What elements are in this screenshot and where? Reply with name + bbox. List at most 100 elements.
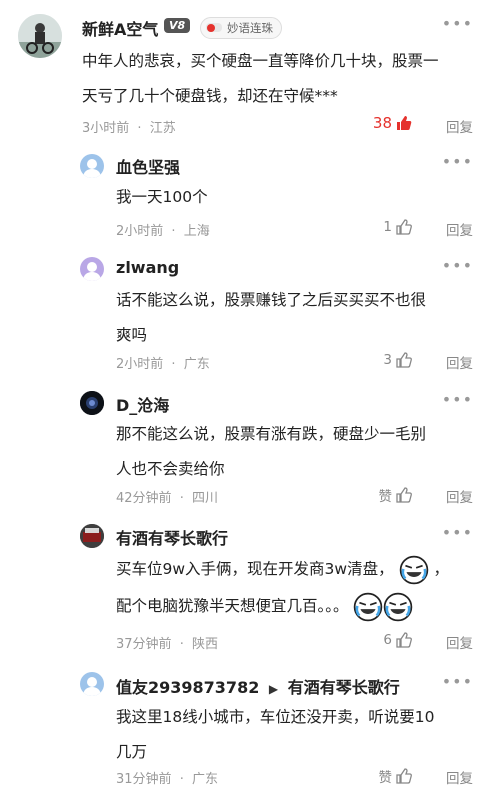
comment-text: 中年人的悲哀，买个硬盘一直等降价几十块，股票一 天亏了几十个硬盘钱，却还在守候*… <box>82 44 477 114</box>
more-options-icon[interactable]: ••• <box>442 256 473 275</box>
thumbs-up-icon <box>396 487 412 503</box>
comment-text-segment: 配个电脑犹豫半天想便宜几百。。。 <box>116 597 349 615</box>
location: 上海 <box>183 224 210 239</box>
comment-text: 那不能这么说，股票有涨有跌，硬盘少一毛别 人也不会卖给你 <box>116 417 476 487</box>
like-count: 3 <box>383 352 392 368</box>
like-button[interactable]: 赞 <box>379 766 414 786</box>
timestamp: 2小时前 <box>116 357 164 372</box>
comment-text-line: 几万 <box>116 743 148 761</box>
like-button[interactable]: 1 <box>383 218 413 236</box>
like-button[interactable]: 3 <box>383 351 413 369</box>
timestamp: 42分钟前 <box>116 491 172 506</box>
reply-button[interactable]: 回复 <box>446 486 473 506</box>
like-button[interactable]: 6 <box>383 631 413 649</box>
comment-text-line: 爽吗 <box>116 326 148 344</box>
comment-item: zlwang ••• 话不能这么说，股票赚钱了之后买买买不也很 爽吗 2小时前 … <box>0 252 491 386</box>
thumbs-up-icon <box>396 768 412 784</box>
avatar[interactable] <box>80 391 104 415</box>
more-options-icon[interactable]: ••• <box>442 672 473 691</box>
comment-item: D_沧海 ••• 那不能这么说，股票有涨有跌，硬盘少一毛别 人也不会卖给你 42… <box>0 386 491 518</box>
comment-meta: 2小时前 · 广东 <box>116 353 210 372</box>
avatar[interactable] <box>80 672 104 696</box>
timestamp: 3小时前 <box>82 121 130 136</box>
comment-text-line: 话不能这么说，股票赚钱了之后买买买不也很 <box>116 291 427 309</box>
avatar[interactable] <box>80 154 104 178</box>
level-badge: V8 <box>164 18 191 33</box>
location: 广东 <box>191 772 218 787</box>
like-label: 赞 <box>378 489 393 505</box>
meta-separator: · <box>137 121 142 136</box>
reply-arrow-icon: ▶ <box>268 682 279 696</box>
medal-label: 妙语连珠 <box>227 21 273 35</box>
comment-text-line: 我这里18线小城市，车位还没开卖，听说要10 <box>116 708 435 726</box>
like-count: 1 <box>383 219 392 235</box>
location: 江苏 <box>149 121 176 136</box>
comment-text-line: 买车位9w入手俩，现在开发商3w清盘， ， <box>116 552 486 587</box>
comment-text-line: 人也不会卖给你 <box>116 460 225 478</box>
thumbs-up-filled-icon <box>397 116 412 130</box>
comment-meta: 42分钟前 · 四川 <box>116 487 218 506</box>
meta-separator: · <box>179 491 184 506</box>
timestamp: 31分钟前 <box>116 772 172 787</box>
timestamp: 2小时前 <box>116 224 164 239</box>
avatar[interactable] <box>18 14 62 58</box>
username[interactable]: 新鲜A空气 <box>82 16 158 40</box>
comment-item: 新鲜A空气 V8 妙语连珠 ••• 中年人的悲哀，买个硬盘一直等降价几十块，股票… <box>0 0 491 148</box>
like-count: 6 <box>383 632 392 648</box>
comment-meta: 31分钟前 · 广东 <box>116 768 218 787</box>
reply-to-username[interactable]: 有酒有琴长歌行 <box>288 678 400 697</box>
reply-button[interactable]: 回复 <box>446 632 473 652</box>
username[interactable]: D_沧海 <box>116 392 169 416</box>
reply-header: 值友2939873782 ▶ 有酒有琴长歌行 <box>116 674 400 698</box>
comment-meta: 2小时前 · 上海 <box>116 220 210 239</box>
username[interactable]: 血色坚强 <box>116 154 180 178</box>
crying-laughing-emoji-icon <box>399 555 428 584</box>
medal-icon <box>206 23 222 32</box>
avatar[interactable] <box>80 257 104 281</box>
comment-item: 有酒有琴长歌行 ••• 买车位9w入手俩，现在开发商3w清盘， ， 配个电脑犹豫… <box>0 518 491 658</box>
location: 四川 <box>191 491 218 506</box>
comment-text-line: 那不能这么说，股票有涨有跌，硬盘少一毛别 <box>116 425 427 443</box>
location: 陕西 <box>191 637 218 652</box>
reply-button[interactable]: 回复 <box>446 219 473 239</box>
username[interactable]: 有酒有琴长歌行 <box>116 525 228 549</box>
reply-button[interactable]: 回复 <box>446 116 473 136</box>
crying-laughing-emoji-icon <box>354 592 383 621</box>
more-options-icon[interactable]: ••• <box>442 152 473 171</box>
timestamp: 37分钟前 <box>116 637 172 652</box>
thumbs-up-icon <box>396 632 412 648</box>
comment-meta: 3小时前 · 江苏 <box>82 117 176 136</box>
username[interactable]: zlwang <box>116 258 179 277</box>
meta-separator: · <box>171 357 176 372</box>
more-options-icon[interactable]: ••• <box>442 390 473 409</box>
thumbs-up-icon <box>396 219 412 235</box>
comment-text: 买车位9w入手俩，现在开发商3w清盘， ， 配个电脑犹豫半天想便宜几百。。。 <box>116 552 486 624</box>
reply-button[interactable]: 回复 <box>446 767 473 787</box>
meta-separator: · <box>171 224 176 239</box>
more-options-icon[interactable]: ••• <box>442 14 473 33</box>
username[interactable]: 值友2939873782 <box>116 678 259 697</box>
meta-separator: · <box>179 772 184 787</box>
comment-text-segment: 买车位9w入手俩，现在开发商3w清盘， <box>116 560 394 578</box>
comment-item: 值友2939873782 ▶ 有酒有琴长歌行 ••• 我这里18线小城市，车位还… <box>0 658 491 800</box>
comment-text: 我这里18线小城市，车位还没开卖，听说要10 几万 <box>116 700 476 770</box>
reply-button[interactable]: 回复 <box>446 352 473 372</box>
comma-glyph: ， <box>433 560 449 578</box>
comment-text-line: 中年人的悲哀，买个硬盘一直等降价几十块，股票一 <box>82 52 439 70</box>
thumbs-up-icon <box>396 352 412 368</box>
medal-badge[interactable]: 妙语连珠 <box>200 17 282 39</box>
meta-separator: · <box>179 637 184 652</box>
like-count: 38 <box>372 114 392 132</box>
location: 广东 <box>183 357 210 372</box>
comment-item: 血色坚强 ••• 我一天100个 2小时前 · 上海 1 回复 <box>0 148 491 252</box>
avatar[interactable] <box>80 524 104 548</box>
crying-laughing-emoji-icon <box>384 592 413 621</box>
comment-meta: 37分钟前 · 陕西 <box>116 633 218 652</box>
like-button[interactable]: 38 <box>373 114 413 132</box>
comment-text-line: 配个电脑犹豫半天想便宜几百。。。 <box>116 589 486 624</box>
comment-text-line: 天亏了几十个硬盘钱，却还在守候*** <box>82 87 338 105</box>
comment-text: 我一天100个 <box>116 180 476 215</box>
comment-text-line: 我一天100个 <box>116 188 208 206</box>
like-button[interactable]: 赞 <box>379 485 414 505</box>
more-options-icon[interactable]: ••• <box>442 523 473 542</box>
